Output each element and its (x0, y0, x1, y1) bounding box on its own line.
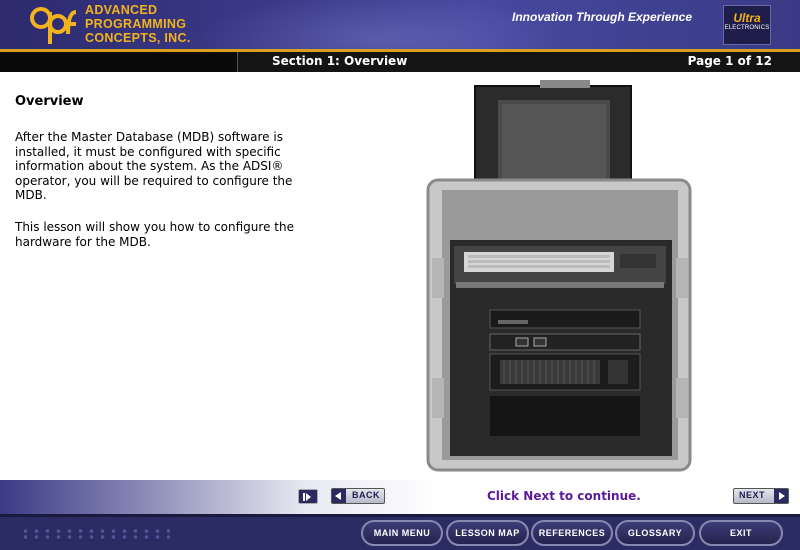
header-banner: ADVANCED PROGRAMMING CONCEPTS, INC. Inno… (0, 0, 800, 52)
next-arrow-icon (774, 489, 788, 503)
lesson-map-button[interactable]: LESSON MAP (446, 520, 529, 546)
rack-mounted-computer-case-image (426, 80, 692, 472)
glossary-button[interactable]: GLOSSARY (615, 520, 695, 546)
back-button-label: BACK (352, 490, 380, 500)
next-button-label: NEXT (739, 490, 766, 500)
skip-forward-icon (303, 493, 305, 501)
section-title: Section 1: Overview (272, 54, 408, 68)
tagline: Innovation Through Experience (512, 10, 693, 24)
page-indicator: Page 1 of 12 (687, 54, 772, 68)
content-paragraph: After the Master Database (MDB) software… (15, 130, 293, 202)
ultra-logo-subword: ELECTRONICS (724, 25, 770, 31)
content-paragraph: This lesson will show you how to configu… (15, 220, 294, 249)
navigation-bar (0, 480, 800, 514)
ultra-electronics-logo: Ultra ELECTRONICS (723, 5, 771, 45)
back-button[interactable]: BACK (331, 488, 385, 504)
ultra-logo-word: Ultra (733, 11, 761, 25)
next-button[interactable]: NEXT (733, 488, 789, 504)
footer-dot-pattern (20, 528, 170, 540)
exit-button[interactable]: EXIT (699, 520, 783, 546)
references-label: REFERENCES (538, 528, 606, 538)
main-menu-button[interactable]: MAIN MENU (361, 520, 443, 546)
section-bar: Section 1: Overview Page 1 of 12 (0, 52, 800, 72)
references-button[interactable]: REFERENCES (531, 520, 613, 546)
exit-label: EXIT (729, 528, 752, 538)
company-name-line: PROGRAMMING (85, 17, 187, 31)
company-name: ADVANCED PROGRAMMING CONCEPTS, INC. (85, 3, 191, 45)
content-heading: Overview (15, 94, 84, 109)
header-swoosh (180, 0, 580, 52)
main-menu-label: MAIN MENU (373, 528, 431, 538)
company-name-line: ADVANCED (85, 3, 158, 17)
skip-forward-arrow (306, 493, 311, 501)
footer-divider (0, 514, 800, 517)
glossary-label: GLOSSARY (627, 528, 683, 538)
continue-prompt: Click Next to continue. (487, 489, 641, 503)
apc-logo-icon (30, 7, 77, 44)
skip-forward-button[interactable] (298, 489, 318, 504)
back-arrow-icon (332, 489, 346, 503)
lesson-map-label: LESSON MAP (455, 528, 520, 538)
section-bar-left (0, 52, 238, 72)
company-name-line: CONCEPTS, INC. (85, 31, 191, 45)
